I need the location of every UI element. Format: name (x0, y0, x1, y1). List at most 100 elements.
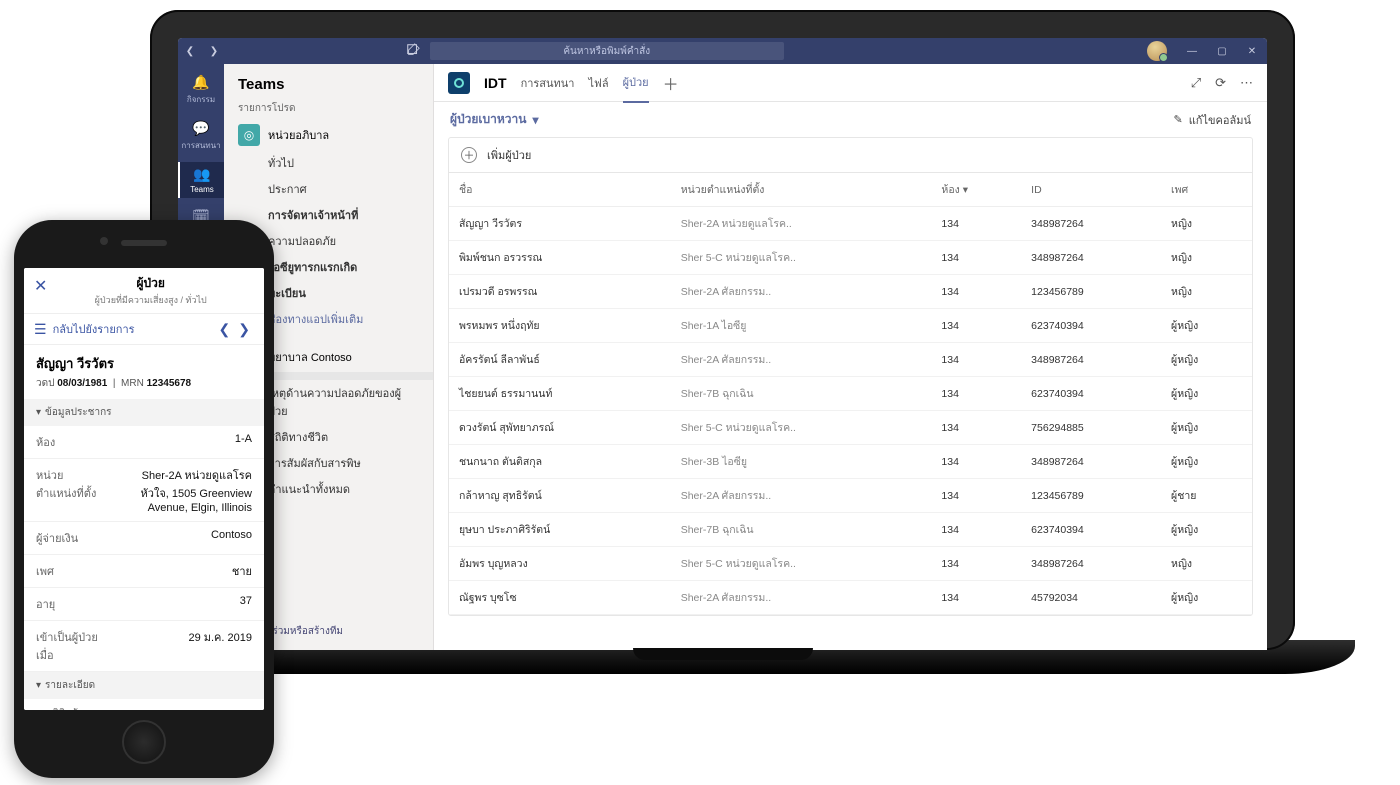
section-detail[interactable]: ▾ รายละเอียด (24, 672, 264, 699)
add-patient-row[interactable]: ＋ เพิ่มผู้ป่วย (448, 137, 1253, 172)
cell-loc: Sher-2A ศัลยกรรม.. (671, 343, 932, 377)
table-row[interactable]: เปรมวดี อรพรรณSher-2A ศัลยกรรม..13412345… (449, 275, 1252, 309)
cell-room: 134 (931, 547, 1021, 581)
favorites-label: รายการโปรด (224, 101, 433, 120)
cell-room: 134 (931, 343, 1021, 377)
tab-files[interactable]: ไฟล์ (589, 64, 609, 102)
refresh-icon[interactable]: ⟳ (1215, 75, 1226, 91)
edit-columns-button[interactable]: ✎ แก้ไขคอลัมน์ (1174, 111, 1252, 129)
cell-gender: หญิง (1161, 547, 1252, 581)
phone-home-button[interactable] (122, 720, 166, 764)
sort-icon: ▾ (963, 184, 968, 196)
nav-forward-button[interactable]: ❯ (202, 46, 226, 57)
cell-gender: ผู้ชาย (1161, 479, 1252, 513)
cell-room: 134 (931, 411, 1021, 445)
cell-name: อัมพร บุญหลวง (449, 547, 671, 581)
cell-id: 348987264 (1021, 343, 1161, 377)
cell-room: 134 (931, 275, 1021, 309)
table-row[interactable]: อัครรัตน์ ลีลาพันธ์Sher-2A ศัลยกรรม..134… (449, 343, 1252, 377)
cell-loc: Sher-2A ศัลยกรรม.. (671, 581, 932, 615)
window-close-button[interactable]: ✕ (1237, 46, 1267, 57)
more-icon[interactable]: ⋯ (1240, 75, 1253, 91)
cell-name: สัญญา วีรวัตร (449, 207, 671, 241)
kv-room: ห้อง 1-A (24, 426, 264, 459)
cell-loc: Sher-7B ฉุกเฉิน (671, 513, 932, 547)
teams-app-window: ❮ ❯ ค้นหาหรือพิมพ์คำสั่ง ― ▢ ✕ 🔔 กิจกรรม (178, 38, 1267, 650)
add-tab-button[interactable]: ＋ (663, 71, 679, 95)
table-row[interactable]: ยุษบา ประภาศิริรัตน์Sher-7B ฉุกเฉิน13462… (449, 513, 1252, 547)
cell-id: 348987264 (1021, 445, 1161, 479)
chevron-down-icon: ▾ (532, 113, 538, 127)
search-input[interactable]: ค้นหาหรือพิมพ์คำสั่ง (430, 42, 784, 60)
next-patient-button[interactable]: ❯ (234, 321, 254, 338)
tab-patients[interactable]: ผู้ป่วย (623, 63, 649, 103)
table-row[interactable]: ณัฐพร บุซโซSher-2A ศัลยกรรม..13445792034… (449, 581, 1252, 615)
table-row[interactable]: อัมพร บุญหลวงSher 5-C หน่วยดูแลโรค..1343… (449, 547, 1252, 581)
window-minimize-button[interactable]: ― (1177, 46, 1207, 57)
cell-id: 623740394 (1021, 377, 1161, 411)
cell-gender: ผู้หญิง (1161, 343, 1252, 377)
pencil-icon: ✎ (1174, 113, 1183, 126)
channel-item[interactable]: ประกาศ (224, 176, 433, 202)
nav-back-button[interactable]: ❮ (178, 46, 202, 57)
cell-name: ดวงรัตน์ สุพัทยาภรณ์ (449, 411, 671, 445)
table-row[interactable]: สัญญา วีรวัตรSher-2A หน่วยดูแลโรค..13434… (449, 207, 1252, 241)
col-id[interactable]: ID (1021, 173, 1161, 207)
chat-icon: 💬 (192, 120, 209, 137)
user-avatar[interactable] (1147, 41, 1167, 61)
back-to-list[interactable]: กลับไปยังรายการ (53, 320, 215, 338)
table-row[interactable]: ดวงรัตน์ สุพัทยาภรณ์Sher 5-C หน่วยดูแลโร… (449, 411, 1252, 445)
col-room[interactable]: ห้อง ▾ (931, 173, 1021, 207)
cell-name: เปรมวดี อรพรรณ (449, 275, 671, 309)
view-name: ผู้ป่วยเบาหวาน (450, 110, 526, 129)
table-row[interactable]: ชนกนาถ ตันติสกุลSher-3B ไอซียู1343489872… (449, 445, 1252, 479)
rail-activity[interactable]: 🔔 กิจกรรม (178, 70, 224, 110)
table-row[interactable]: พรหมพร หนึ่งฤทัยSher-1A ไอซียู1346237403… (449, 309, 1252, 343)
kv-location: หน่วยตำแหน่งที่ตั้ง Sher-2A หน่วยดูแลโรค… (24, 459, 264, 522)
people-icon: 👥 (193, 166, 210, 183)
window-maximize-button[interactable]: ▢ (1207, 46, 1237, 57)
close-icon[interactable]: ✕ (34, 276, 47, 296)
patient-name: สัญญา วีรวัตร (36, 353, 252, 374)
team-row[interactable]: ◎ หน่วยอภิบาล (224, 120, 433, 150)
col-loc[interactable]: หน่วยตำแหน่งที่ตั้ง (671, 173, 932, 207)
search-placeholder: ค้นหาหรือพิมพ์คำสั่ง (563, 44, 650, 59)
cell-name: ชนกนาถ ตันติสกุล (449, 445, 671, 479)
cell-loc: Sher 5-C หน่วยดูแลโรค.. (671, 411, 932, 445)
table-row[interactable]: พิมพ์ชนก อรวรรณSher 5-C หน่วยดูแลโรค..13… (449, 241, 1252, 275)
table-row[interactable]: กล้าหาญ สุทธิรัตน์Sher-2A ศัลยกรรม..1341… (449, 479, 1252, 513)
patient-meta: วดป 08/03/1981 | MRN 12345678 (36, 376, 252, 391)
team-name: หน่วยอภิบาล (268, 126, 329, 144)
channel-item[interactable]: การจัดหาเจ้าหน้าที่ (224, 202, 433, 228)
table-row[interactable]: ไชยยนต์ ธรรมานนท์Sher-7B ฉุกเฉิน13462374… (449, 377, 1252, 411)
list-icon[interactable]: ☰ (34, 321, 47, 338)
cell-name: พรหมพร หนึ่งฤทัย (449, 309, 671, 343)
rail-teams[interactable]: 👥 Teams (178, 162, 224, 198)
expand-icon[interactable]: ⤢ (1191, 75, 1201, 91)
cell-name: พิมพ์ชนก อรวรรณ (449, 241, 671, 275)
kv-payer: ผู้จ่ายเงิน Contoso (24, 522, 264, 555)
col-gender[interactable]: เพศ (1161, 173, 1252, 207)
phone-subtitle: ผู้ป่วยที่มีความเสี่ยงสูง / ทั่วไป (47, 293, 254, 307)
rail-chat[interactable]: 💬 การสนทนา (178, 116, 224, 156)
section-demographics[interactable]: ▾ ข้อมูลประชากร (24, 399, 264, 426)
phone-nav: ☰ กลับไปยังรายการ ❮ ❯ (24, 313, 264, 345)
prev-patient-button[interactable]: ❮ (215, 321, 235, 338)
compose-icon[interactable] (406, 43, 420, 60)
cell-loc: Sher-7B ฉุกเฉิน (671, 377, 932, 411)
chevron-down-icon: ▾ (36, 407, 41, 418)
channel-item[interactable]: ทั่วไป (224, 150, 433, 176)
view-dropdown[interactable]: ผู้ป่วยเบาหวาน ▾ (450, 110, 539, 129)
kv-age: อายุ 37 (24, 588, 264, 621)
rail-chat-label: การสนทนา (181, 139, 220, 152)
tab-conversation[interactable]: การสนทนา (521, 64, 575, 102)
laptop-notch (633, 648, 813, 660)
cell-gender: หญิง (1161, 275, 1252, 309)
edit-columns-label: แก้ไขคอลัมน์ (1189, 111, 1251, 129)
add-patient-label: เพิ่มผู้ป่วย (487, 146, 531, 164)
table-header-row: ชื่อ หน่วยตำแหน่งที่ตั้ง ห้อง ▾ ID เพศ (449, 173, 1252, 207)
cell-name: กล้าหาญ สุทธิรัตน์ (449, 479, 671, 513)
phone-app: ✕ ผู้ป่วย ผู้ป่วยที่มีความเสี่ยงสูง / ทั… (24, 268, 264, 710)
phone-title: ผู้ป่วย (47, 274, 254, 293)
col-name[interactable]: ชื่อ (449, 173, 671, 207)
